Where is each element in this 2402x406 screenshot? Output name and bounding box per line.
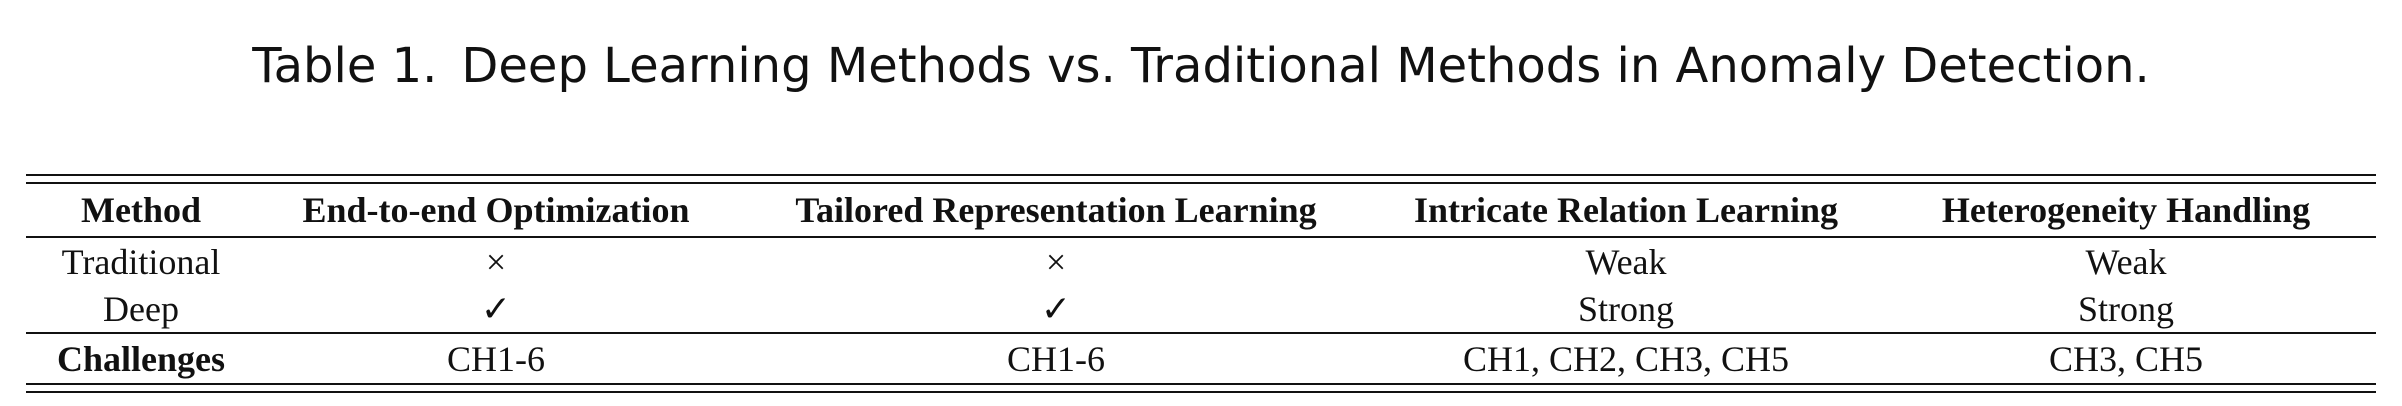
cell-heterogeneity: CH3, CH5	[1876, 332, 2376, 383]
challenges-row: Challenges CH1-6 CH1-6 CH1, CH2, CH3, CH…	[26, 332, 2376, 383]
cell-relation: CH1, CH2, CH3, CH5	[1376, 332, 1876, 383]
cell-end-to-end: ×	[485, 241, 507, 282]
table-caption: Table 1. Deep Learning Methods vs. Tradit…	[0, 30, 2402, 102]
cell-representation: ✓	[1040, 288, 1072, 329]
cell-representation: ×	[1045, 241, 1067, 282]
table-body: Method End-to-end Optimization Tailored …	[26, 184, 2376, 383]
header-end-to-end: End-to-end Optimization	[256, 184, 736, 238]
table-row: Traditional × × Weak Weak	[26, 237, 2376, 285]
comparison-table: Method End-to-end Optimization Tailored …	[26, 174, 2376, 393]
header-relation: Intricate Relation Learning	[1376, 184, 1876, 238]
cell-relation: Weak	[1585, 241, 1667, 282]
cell-method: Traditional	[61, 241, 221, 282]
cell-heterogeneity: Weak	[2085, 241, 2167, 282]
cell-method: Deep	[103, 288, 179, 329]
bottom-rule-inner	[26, 391, 2376, 393]
cell-end-to-end: CH1-6	[256, 332, 736, 383]
header-heterogeneity: Heterogeneity Handling	[1876, 184, 2376, 238]
header-row: Method End-to-end Optimization Tailored …	[26, 184, 2376, 238]
caption-text: Deep Learning Methods vs. Traditional Me…	[461, 38, 2150, 94]
cell-end-to-end: ✓	[480, 288, 512, 329]
cell-challenges-label: Challenges	[26, 332, 256, 383]
table-row: Deep ✓ ✓ Strong Strong	[26, 285, 2376, 333]
caption-label: Table 1.	[252, 38, 438, 94]
header-representation: Tailored Representation Learning	[736, 184, 1376, 238]
cell-representation: CH1-6	[736, 332, 1376, 383]
cell-relation: Strong	[1577, 288, 1674, 329]
cell-heterogeneity: Strong	[2077, 288, 2174, 329]
header-method: Method	[26, 184, 256, 238]
